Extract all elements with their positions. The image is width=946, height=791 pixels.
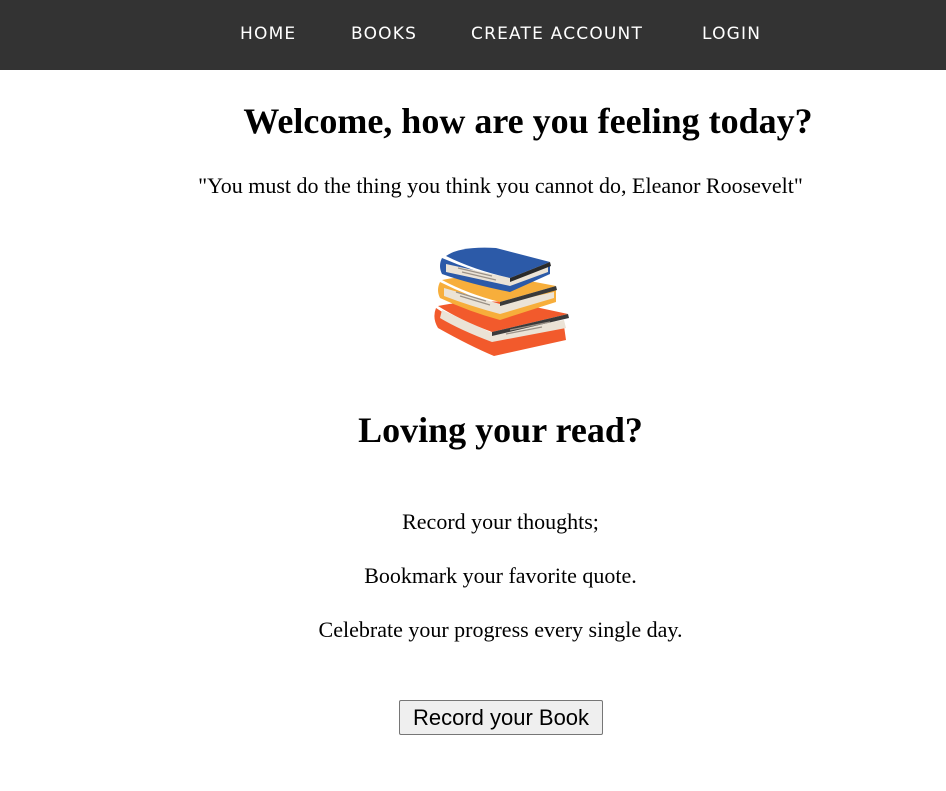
nav-link-login[interactable]: LOGIN [702, 22, 761, 46]
stack-of-books-icon [434, 247, 569, 356]
nav-link-create-account[interactable]: CREATE ACCOUNT [471, 22, 643, 46]
promo-line-celebrate-progress: Celebrate your progress every single day… [318, 617, 683, 642]
nav-link-books[interactable]: BOOKS [351, 22, 417, 46]
top-navbar: HOME BOOKS CREATE ACCOUNT LOGIN [0, 0, 946, 70]
record-your-book-button[interactable]: Record your Book [399, 700, 603, 735]
loving-your-read-heading: Loving your read? [358, 410, 643, 450]
nav-link-home[interactable]: HOME [240, 22, 296, 46]
welcome-heading: Welcome, how are you feeling today? [243, 101, 813, 141]
promo-line-bookmark-quote: Bookmark your favorite quote. [364, 563, 637, 588]
inspirational-quote: "You must do the thing you think you can… [198, 173, 803, 198]
promo-line-record-thoughts: Record your thoughts; [402, 509, 599, 534]
